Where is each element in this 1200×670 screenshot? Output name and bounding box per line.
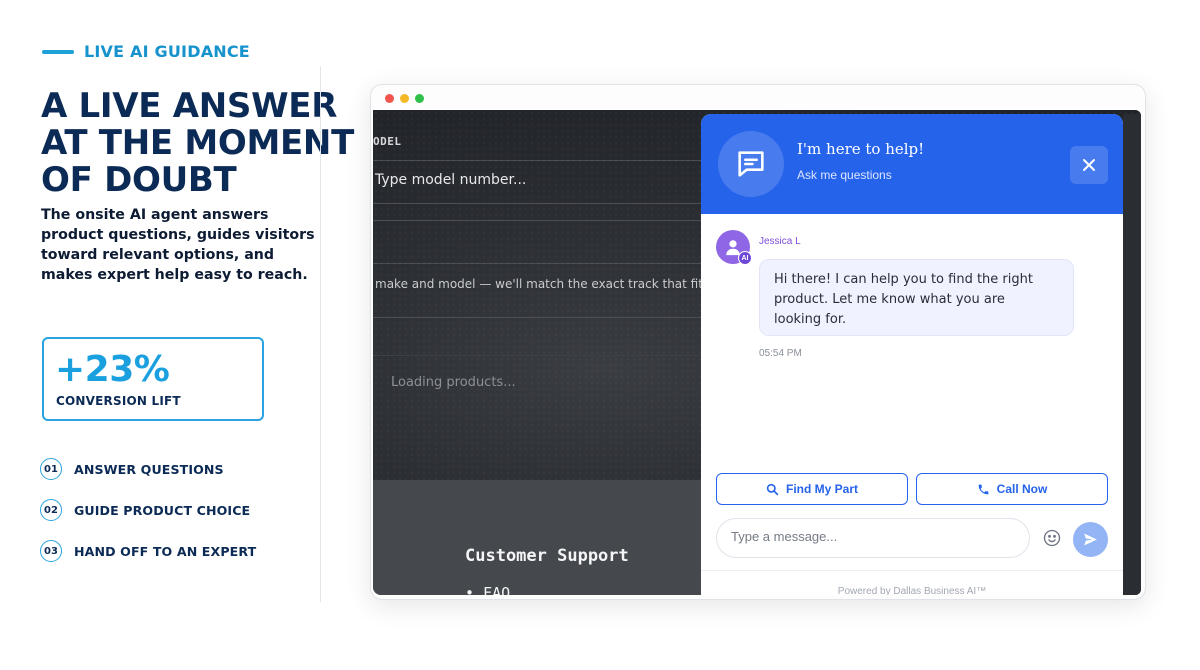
maximize-window-dot[interactable] [415, 94, 424, 103]
website-viewport: ODEL Type model number... make and model… [373, 110, 1141, 595]
chat-close-button[interactable] [1070, 146, 1108, 184]
chat-title: I'm here to help! [797, 140, 925, 158]
page-scrollbar[interactable] [1123, 114, 1141, 595]
close-window-dot[interactable] [385, 94, 394, 103]
model-number-placeholder[interactable]: Type model number... [375, 172, 526, 188]
secondary-field[interactable] [373, 220, 703, 264]
chat-widget: I'm here to help! Ask me questions AI Je… [701, 114, 1123, 595]
fit-help-text: make and model — we'll match the exact t… [375, 277, 710, 291]
search-icon [766, 483, 779, 495]
steps-list: 01 ANSWER QUESTIONS 02 GUIDE PRODUCT CHO… [40, 458, 256, 581]
close-icon [1083, 159, 1095, 171]
page-description: The onsite AI agent answers product ques… [41, 207, 315, 283]
message-line: product. Let me know what you are [774, 292, 1005, 307]
find-my-part-label: Find My Part [785, 482, 858, 496]
eyebrow-accent-bar [42, 49, 74, 54]
eyebrow: LIVE AI GUIDANCE [42, 42, 250, 61]
ai-badge: AI [738, 251, 752, 265]
step-label: HAND OFF TO AN EXPERT [74, 543, 257, 559]
message-timestamp: 05:54 PM [759, 348, 802, 359]
model-field-label: ODEL [373, 135, 402, 148]
divider [373, 317, 703, 318]
stat-value: +23% [55, 349, 170, 390]
step-item: 03 HAND OFF TO AN EXPERT [40, 540, 256, 562]
divider [701, 570, 1123, 571]
footer-link-faq[interactable]: • FAQ [465, 584, 510, 595]
page-title: A LIVE ANSWER AT THE MOMENT OF DOUBT [41, 86, 354, 200]
message-input[interactable] [731, 529, 1011, 544]
step-number: 03 [40, 540, 62, 562]
step-label: GUIDE PRODUCT CHOICE [74, 502, 251, 518]
send-button[interactable] [1073, 522, 1108, 557]
window-controls [385, 94, 430, 103]
message-line: Hi there! I can help you to find the rig… [774, 272, 1033, 287]
chat-header: I'm here to help! Ask me questions [701, 114, 1123, 214]
send-icon [1084, 533, 1097, 546]
stat-card: +23% CONVERSION LIFT [42, 337, 264, 421]
divider [373, 355, 703, 356]
loading-status: Loading products... [391, 375, 516, 390]
agent-message-bubble: Hi there! I can help you to find the rig… [759, 259, 1074, 336]
step-item: 02 GUIDE PRODUCT CHOICE [40, 499, 256, 521]
chat-bubble-icon [718, 131, 784, 197]
step-label: ANSWER QUESTIONS [74, 461, 224, 477]
phone-icon [978, 484, 989, 494]
step-number: 02 [40, 499, 62, 521]
powered-by-text: Powered by Dallas Business AI™ [837, 586, 987, 595]
agent-name: Jessica L [759, 236, 801, 247]
message-input-wrapper[interactable] [716, 518, 1030, 558]
stat-label: CONVERSION LIFT [56, 394, 181, 408]
message-line: looking for. [774, 312, 847, 327]
step-number: 01 [40, 458, 62, 480]
browser-window: ODEL Type model number... make and model… [370, 84, 1146, 600]
chat-subtitle: Ask me questions [797, 168, 892, 182]
call-now-button[interactable]: Call Now [916, 473, 1108, 505]
column-divider [320, 66, 321, 602]
find-my-part-button[interactable]: Find My Part [716, 473, 908, 505]
model-number-field[interactable] [373, 160, 703, 204]
footer-heading: Customer Support [465, 546, 629, 566]
eyebrow-label: LIVE AI GUIDANCE [84, 42, 250, 61]
minimize-window-dot[interactable] [400, 94, 409, 103]
emoji-icon[interactable] [1042, 528, 1062, 548]
step-item: 01 ANSWER QUESTIONS [40, 458, 256, 480]
call-now-label: Call Now [996, 482, 1048, 496]
